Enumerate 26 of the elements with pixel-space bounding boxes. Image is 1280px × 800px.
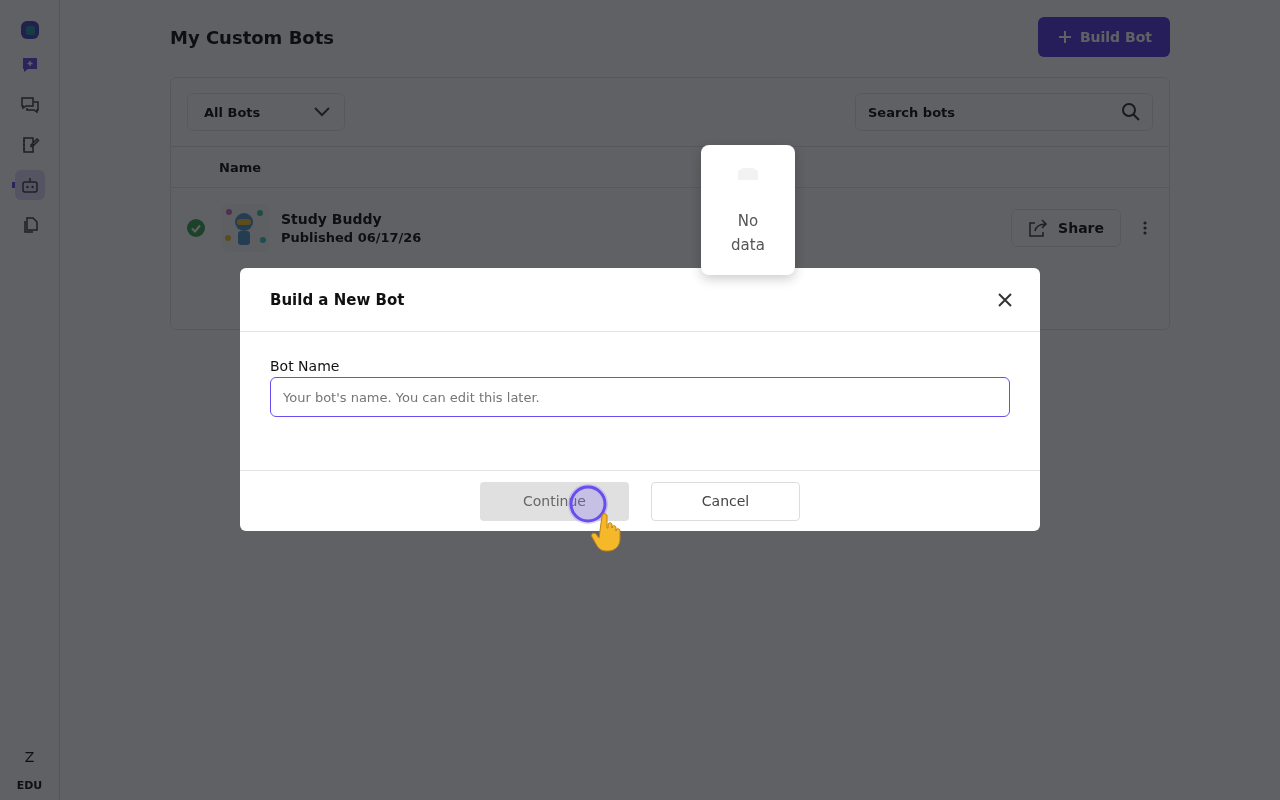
build-bot-button[interactable]: Build Bot <box>1037 17 1170 57</box>
more-options-button[interactable] <box>1141 219 1149 237</box>
page-title: My Custom Bots <box>170 26 335 48</box>
publish-date: Published 06/17/26 <box>281 230 422 245</box>
chat-bubbles-icon <box>19 95 40 115</box>
dialog-title: Build a New Bot <box>270 290 405 309</box>
bot-name: Study Buddy <box>281 211 383 227</box>
robot-icon <box>19 175 40 195</box>
plan-label: EDU <box>16 779 43 792</box>
logo-icon <box>19 20 40 40</box>
cancel-button[interactable]: Cancel <box>651 481 800 521</box>
search-field[interactable]: Search bots <box>855 93 1153 131</box>
search-icon <box>1121 102 1141 122</box>
close-button[interactable] <box>996 290 1014 309</box>
bot-name-field[interactable]: Your bot's name. You can edit this later. <box>270 377 1010 417</box>
plus-icon <box>1057 30 1072 44</box>
close-icon <box>998 292 1012 307</box>
filter-dropdown[interactable]: All Bots <box>187 93 345 131</box>
share-button[interactable]: Share <box>1011 209 1121 247</box>
chevron-down-icon <box>314 107 330 117</box>
column-header: Name <box>219 159 261 175</box>
share-icon <box>1028 219 1049 237</box>
no-data-text: No data <box>730 211 766 256</box>
nav-item[interactable] <box>14 170 45 200</box>
kebab-icon <box>1143 221 1147 235</box>
field-label: Bot Name <box>270 358 341 374</box>
